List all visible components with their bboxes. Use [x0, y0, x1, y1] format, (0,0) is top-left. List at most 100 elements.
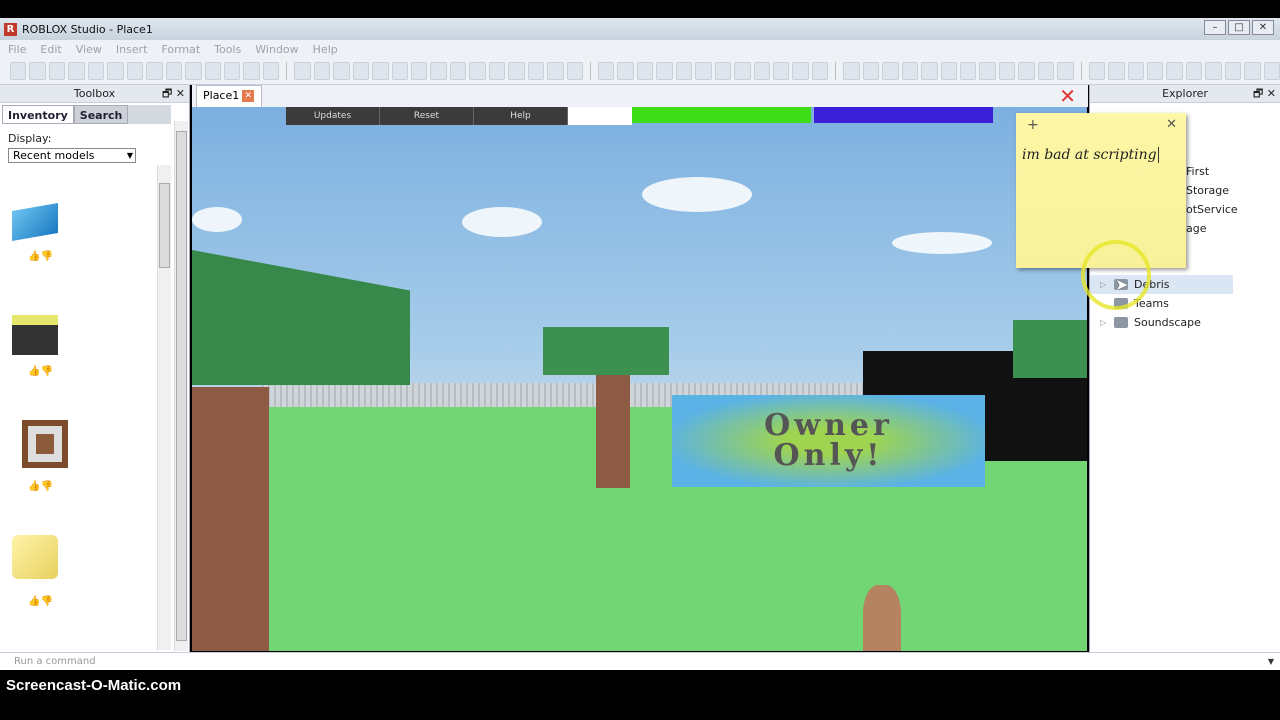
command-input[interactable]: Run a command: [14, 656, 96, 667]
toolbar-button-icon[interactable]: [960, 62, 977, 80]
vote-icons[interactable]: 👍👎: [28, 366, 53, 377]
toolbar-button-icon[interactable]: [1147, 62, 1164, 80]
toolbar-button-icon[interactable]: [714, 62, 732, 80]
toolbar-button-icon[interactable]: [811, 62, 829, 80]
toolbar-button-icon[interactable]: [901, 62, 919, 80]
expand-arrow-icon[interactable]: ▷: [1100, 313, 1106, 332]
toolbar-button-icon[interactable]: [566, 62, 584, 80]
scrollbar-thumb[interactable]: [176, 131, 187, 641]
toolbox-scrollbar[interactable]: [174, 121, 188, 651]
toolbar-button-icon[interactable]: [921, 62, 938, 80]
toolbar-button-icon[interactable]: [185, 62, 202, 80]
panel-controls[interactable]: 🗗 ✕: [162, 85, 185, 103]
toolbar-button-icon[interactable]: [68, 62, 85, 80]
toolbar-button-icon[interactable]: [333, 62, 350, 80]
add-note-icon[interactable]: +: [1027, 117, 1039, 133]
toolbar-button-icon[interactable]: [107, 62, 124, 80]
toolbar-button-icon[interactable]: [126, 62, 144, 80]
menu-window[interactable]: Window: [255, 43, 298, 56]
explorer-item[interactable]: otService: [1186, 200, 1238, 219]
toolbar-button-icon[interactable]: [391, 62, 408, 80]
close-note-icon[interactable]: ✕: [1166, 117, 1177, 132]
toolbar-button-icon[interactable]: [204, 62, 221, 80]
toolbar-button-icon[interactable]: [223, 62, 241, 80]
menu-edit[interactable]: Edit: [40, 43, 61, 56]
model-thumbnail[interactable]: [22, 420, 68, 468]
3d-viewport[interactable]: Owner Only! Updates Reset Help: [192, 107, 1087, 651]
toolbar-button-icon[interactable]: [1018, 62, 1035, 80]
vote-icons[interactable]: 👍👎: [28, 251, 53, 262]
toolbar-button-icon[interactable]: [1127, 62, 1144, 80]
model-thumbnail[interactable]: [12, 315, 58, 355]
toolbar-button-icon[interactable]: [773, 62, 790, 80]
toolbar-button-icon[interactable]: [48, 62, 66, 80]
toolbar-button-icon[interactable]: [262, 62, 280, 80]
toolbar-button-icon[interactable]: [1205, 62, 1222, 80]
tab-search[interactable]: Search: [73, 105, 129, 124]
toolbar-button-icon[interactable]: [1263, 62, 1280, 80]
tab-place1[interactable]: Place1 ✕: [196, 85, 262, 107]
menu-view[interactable]: View: [76, 43, 102, 56]
vote-icons[interactable]: 👍👎: [28, 481, 53, 492]
toolbar-button-icon[interactable]: [792, 62, 809, 80]
chevron-down-icon[interactable]: ▼: [1268, 653, 1274, 671]
toolbar-button-icon[interactable]: [29, 62, 46, 80]
toolbar-button-icon[interactable]: [998, 62, 1016, 80]
explorer-item[interactable]: age: [1186, 219, 1207, 238]
toolbar-button-icon[interactable]: [882, 62, 899, 80]
toolbar-button-icon[interactable]: [527, 62, 545, 80]
panel-controls[interactable]: 🗗 ✕: [1253, 85, 1276, 103]
toolbar-button-icon[interactable]: [488, 62, 506, 80]
explorer-item[interactable]: First: [1186, 162, 1209, 181]
toolbar-button-icon[interactable]: [636, 62, 654, 80]
close-tab-icon[interactable]: ✕: [242, 90, 255, 102]
command-bar[interactable]: Run a command ▼: [0, 652, 1280, 670]
tab-inventory[interactable]: Inventory: [2, 105, 74, 124]
updates-button[interactable]: Updates: [286, 107, 380, 125]
menu-tools[interactable]: Tools: [214, 43, 241, 56]
close-window-button[interactable]: ✕: [1252, 20, 1274, 35]
menu-file[interactable]: File: [8, 43, 26, 56]
toolbar-button-icon[interactable]: [979, 62, 996, 80]
toolbar-button-icon[interactable]: [372, 62, 389, 80]
toolbar-button-icon[interactable]: [753, 62, 771, 80]
toolbar-button-icon[interactable]: [313, 62, 331, 80]
maximize-button[interactable]: □: [1228, 20, 1250, 35]
toolbar-button-icon[interactable]: [695, 62, 712, 80]
toolbar-button-icon[interactable]: [1057, 62, 1074, 80]
toolbar-button-icon[interactable]: [1166, 62, 1183, 80]
toolbar-button-icon[interactable]: [430, 62, 447, 80]
toolbar-button-icon[interactable]: [410, 62, 428, 80]
toolbar-button-icon[interactable]: [146, 62, 163, 80]
toolbar-button-icon[interactable]: [1244, 62, 1261, 80]
toolbar-button-icon[interactable]: [469, 62, 486, 80]
toolbar-button-icon[interactable]: [1185, 62, 1203, 80]
menu-help[interactable]: Help: [313, 43, 338, 56]
scroll-thumbnail[interactable]: [12, 535, 58, 579]
close-view-icon[interactable]: ✕: [1059, 85, 1076, 107]
toolbar-button-icon[interactable]: [675, 62, 693, 80]
help-button[interactable]: Help: [474, 107, 568, 125]
reset-button[interactable]: Reset: [380, 107, 474, 125]
toolbar-button-icon[interactable]: [940, 62, 958, 80]
toolbar-button-icon[interactable]: [1108, 62, 1125, 80]
toolbar-button-icon[interactable]: [352, 62, 370, 80]
toolbar-button-icon[interactable]: [10, 62, 27, 80]
toolbar-button-icon[interactable]: [294, 62, 311, 80]
toolbar-button-icon[interactable]: [617, 62, 634, 80]
toolbar-button-icon[interactable]: [87, 62, 105, 80]
menu-insert[interactable]: Insert: [116, 43, 148, 56]
toolbar-button-icon[interactable]: [843, 62, 860, 80]
toolbar-button-icon[interactable]: [734, 62, 751, 80]
toolbar-button-icon[interactable]: [656, 62, 673, 80]
toolbar-button-icon[interactable]: [547, 62, 564, 80]
toolbar-button-icon[interactable]: [597, 62, 615, 80]
toolbar-button-icon[interactable]: [1037, 62, 1055, 80]
toolbar-button-icon[interactable]: [243, 62, 260, 80]
toolbar-button-icon[interactable]: [449, 62, 467, 80]
toolbar-button-icon[interactable]: [165, 62, 183, 80]
menu-format[interactable]: Format: [161, 43, 200, 56]
model-thumbnail[interactable]: [12, 202, 58, 242]
toolbar-button-icon[interactable]: [1088, 62, 1106, 80]
vote-icons[interactable]: 👍👎: [28, 596, 53, 607]
